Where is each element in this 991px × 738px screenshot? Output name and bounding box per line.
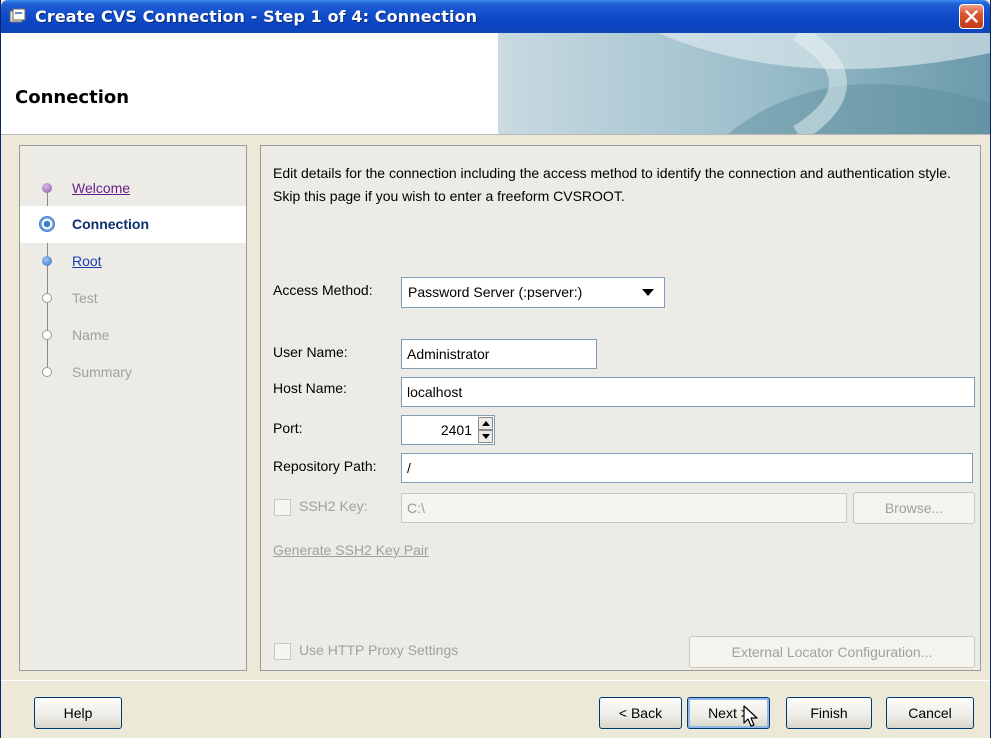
help-button[interactable]: Help [34, 697, 122, 729]
nav-step-label: Summary [72, 364, 132, 380]
nav-step-name: Name [20, 317, 246, 354]
back-button[interactable]: < Back [599, 697, 682, 729]
wizard-steps-panel: Welcome Connection Root Test Name Summar… [19, 145, 247, 671]
step-next-icon [42, 256, 52, 266]
nav-step-label: Connection [72, 216, 149, 232]
app-icon [9, 8, 26, 23]
footer-divider [1, 680, 990, 681]
step-disabled-icon [42, 367, 52, 377]
connection-form-panel: Edit details for the connection includin… [260, 145, 981, 671]
dropdown-arrow-icon[interactable] [642, 289, 654, 296]
port-spinner[interactable]: 2401 [401, 415, 495, 445]
nav-step-label[interactable]: Root [72, 253, 102, 269]
nav-step-welcome[interactable]: Welcome [20, 170, 246, 207]
http-proxy-label: Use HTTP Proxy Settings [299, 642, 459, 658]
mouse-pointer-icon [743, 705, 758, 727]
generate-ssh2-key-link[interactable]: Generate SSH2 Key Pair [273, 542, 429, 558]
header-banner-graphic [498, 33, 990, 134]
user-name-input[interactable]: Administrator [401, 339, 597, 369]
user-name-label: User Name: [273, 344, 348, 360]
title-bar[interactable]: Create CVS Connection - Step 1 of 4: Con… [1, 0, 990, 33]
host-name-input[interactable]: localhost [401, 377, 975, 407]
nav-step-label: Test [72, 290, 98, 306]
finish-button[interactable]: Finish [786, 697, 872, 729]
step-current-icon [39, 216, 55, 232]
close-icon [965, 10, 978, 23]
port-value: 2401 [440, 422, 472, 438]
access-method-value: Password Server (:pserver:) [408, 284, 583, 300]
host-name-label: Host Name: [273, 380, 347, 396]
port-label: Port: [273, 420, 303, 436]
ssh2-key-label: SSH2 Key: [299, 498, 368, 514]
nav-step-label: Name [72, 327, 110, 343]
nav-step-summary: Summary [20, 354, 246, 391]
dialog-window: Create CVS Connection - Step 1 of 4: Con… [0, 0, 991, 738]
nav-step-test: Test [20, 280, 246, 317]
repository-path-label: Repository Path: [273, 458, 377, 474]
nav-step-connection[interactable]: Connection [20, 206, 246, 243]
spin-down-icon[interactable] [478, 430, 493, 443]
ssh2-key-checkbox[interactable] [274, 499, 291, 516]
ssh2-key-input[interactable]: C:\ [401, 493, 847, 523]
window-title: Create CVS Connection - Step 1 of 4: Con… [35, 7, 478, 26]
access-method-select[interactable]: Password Server (:pserver:) [401, 277, 665, 308]
external-locator-button[interactable]: External Locator Configuration... [689, 636, 975, 668]
close-button[interactable] [959, 4, 984, 29]
access-method-label: Access Method: [273, 282, 373, 298]
page-title: Connection [15, 87, 130, 108]
nav-step-root[interactable]: Root [20, 243, 246, 280]
http-proxy-checkbox[interactable] [274, 643, 291, 660]
port-spin-buttons [478, 417, 493, 443]
step-disabled-icon [42, 330, 52, 340]
cancel-button[interactable]: Cancel [886, 697, 974, 729]
browse-button[interactable]: Browse... [853, 492, 975, 524]
step-visited-icon [42, 183, 52, 193]
page-description: Edit details for the connection includin… [273, 165, 951, 204]
nav-step-label[interactable]: Welcome [72, 180, 130, 196]
repository-path-input[interactable]: / [401, 453, 973, 483]
step-disabled-icon [42, 293, 52, 303]
spin-up-icon[interactable] [478, 417, 493, 430]
wizard-header: Connection [1, 33, 990, 135]
